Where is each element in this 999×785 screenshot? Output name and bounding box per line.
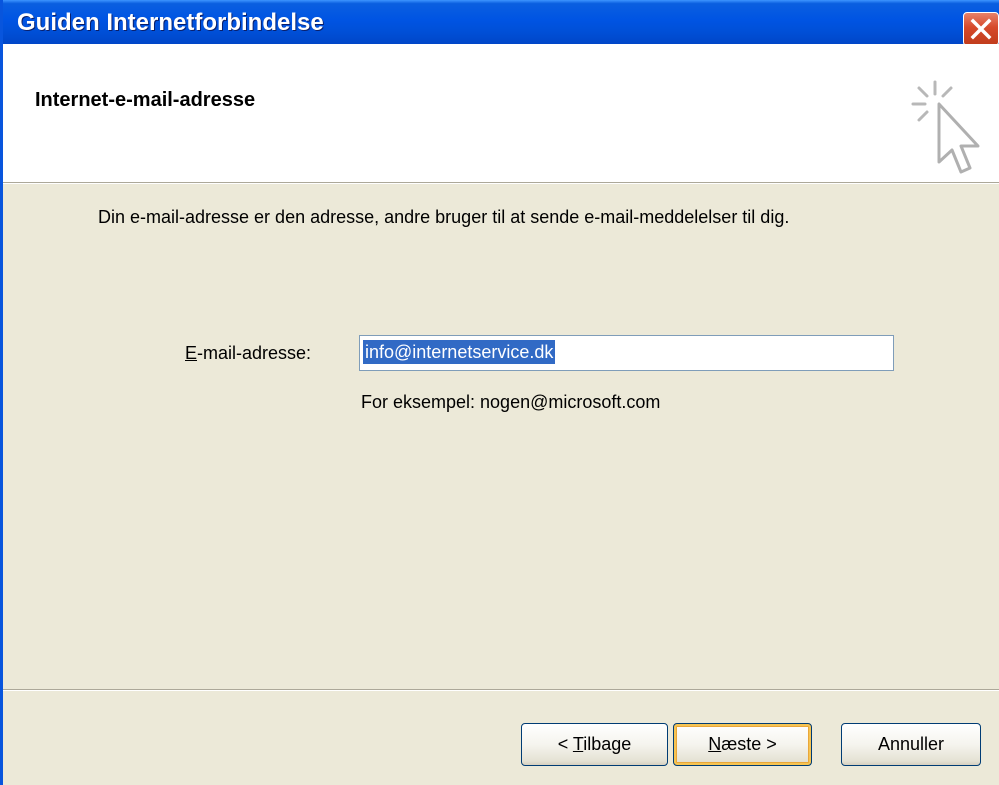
back-button-label: ilbage	[583, 734, 632, 754]
cursor-sparkle-icon	[911, 80, 980, 174]
title-bar[interactable]: Guiden Internetforbindelse	[3, 0, 999, 46]
header-divider	[3, 183, 999, 184]
back-button-prefix: <	[557, 734, 573, 754]
cancel-button[interactable]: Annuller	[841, 723, 981, 766]
next-button-label: æste >	[721, 734, 777, 754]
next-button-mnemonic: N	[708, 734, 722, 754]
description-text: Din e-mail-adresse er den adresse, andre…	[98, 207, 790, 227]
page-heading: Internet-e-mail-adresse	[35, 89, 256, 111]
email-input[interactable]: info@internetservice.dk	[359, 335, 894, 371]
back-button[interactable]: < Tilbage	[521, 723, 668, 766]
footer-divider-highlight	[3, 690, 999, 691]
wizard-header: Internet-e-mail-adresse	[3, 44, 999, 183]
close-icon	[970, 18, 992, 40]
close-button[interactable]	[963, 12, 999, 46]
back-button-mnemonic: T	[572, 734, 584, 754]
wizard-window: Guiden Internetforbindelse Internet-e-ma…	[0, 0, 999, 785]
email-label-mnemonic: E	[185, 343, 198, 363]
next-button[interactable]: Næste >	[673, 723, 812, 766]
example-text: For eksempel: nogen@microsoft.com	[361, 392, 661, 412]
email-label: E-mail-adresse:	[185, 343, 311, 364]
window-title: Guiden Internetforbindelse	[17, 9, 324, 36]
email-label-text: -mail-adresse:	[197, 343, 312, 363]
email-input-value: info@internetservice.dk	[363, 340, 556, 364]
